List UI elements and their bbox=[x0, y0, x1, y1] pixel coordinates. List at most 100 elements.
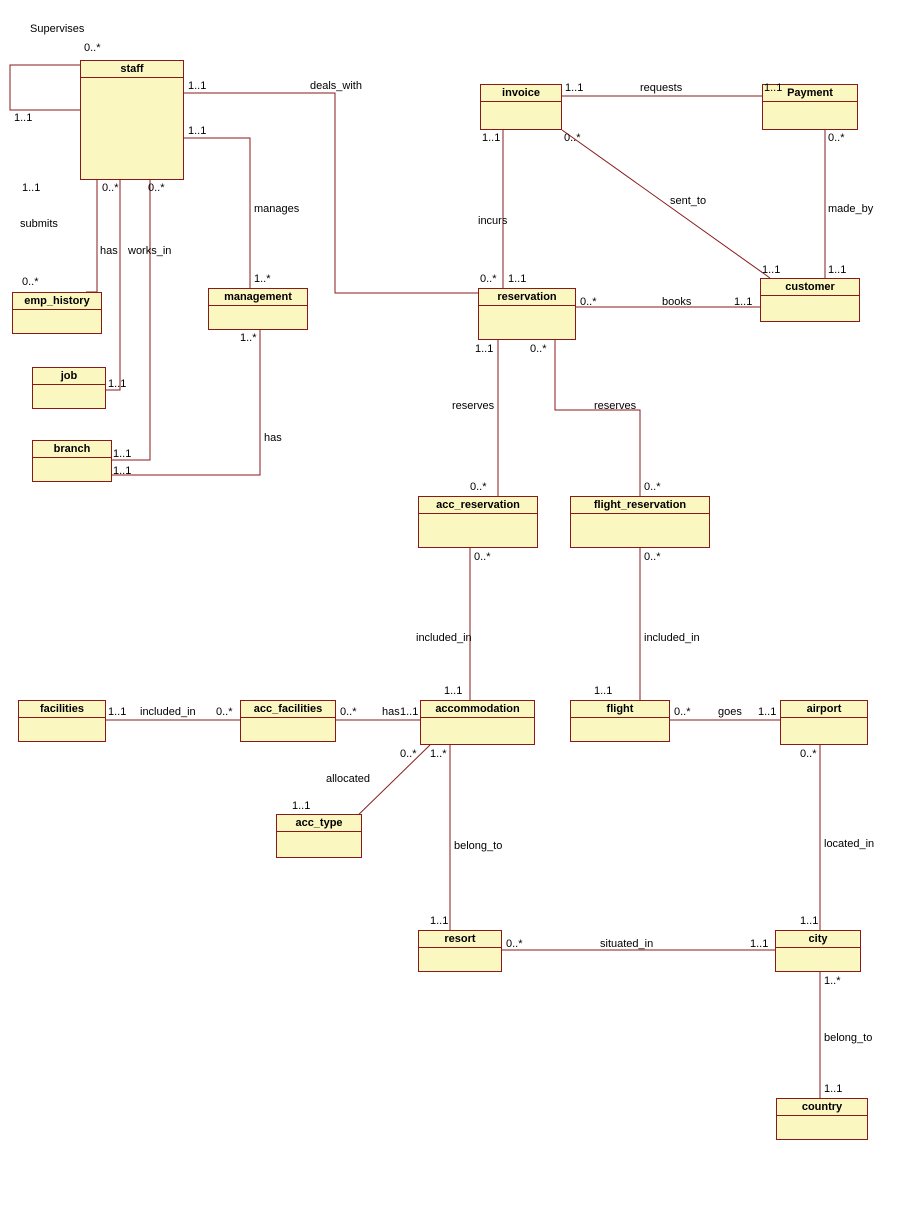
rel-reserves-right: reserves bbox=[594, 400, 636, 412]
entity-title: staff bbox=[81, 61, 183, 78]
rel-goes: goes bbox=[718, 706, 742, 718]
rel-included-in-acc: included_in bbox=[416, 632, 472, 644]
mult: 1..1 bbox=[188, 80, 206, 92]
mult: 1..1 bbox=[292, 800, 310, 812]
mult: 1..* bbox=[254, 273, 271, 285]
rel-sent-to: sent_to bbox=[670, 195, 706, 207]
mult: 0..* bbox=[22, 276, 39, 288]
mult: 0..* bbox=[480, 273, 497, 285]
mult: 1..1 bbox=[828, 264, 846, 276]
entity-title: facilities bbox=[19, 701, 105, 718]
rel-has-acc: has bbox=[382, 706, 400, 718]
entity-acc-facilities[interactable]: acc_facilities bbox=[240, 700, 336, 742]
mult: 0..* bbox=[340, 706, 357, 718]
entity-title: invoice bbox=[481, 85, 561, 102]
entity-title: management bbox=[209, 289, 307, 306]
mult: 1..1 bbox=[188, 125, 206, 137]
entity-job[interactable]: job bbox=[32, 367, 106, 409]
mult: 1..1 bbox=[734, 296, 752, 308]
mult: 1..1 bbox=[113, 465, 131, 477]
rel-supervises: Supervises bbox=[30, 23, 84, 35]
mult: 0..* bbox=[216, 706, 233, 718]
entity-title: acc_reservation bbox=[419, 497, 537, 514]
entity-title: job bbox=[33, 368, 105, 385]
mult: 1..* bbox=[430, 748, 447, 760]
mult: 1..1 bbox=[430, 915, 448, 927]
mult: 1..1 bbox=[594, 685, 612, 697]
mult: 1..1 bbox=[750, 938, 768, 950]
entity-airport[interactable]: airport bbox=[780, 700, 868, 745]
entity-acc-reservation[interactable]: acc_reservation bbox=[418, 496, 538, 548]
mult: 0..* bbox=[644, 551, 661, 563]
mult: 1..* bbox=[240, 332, 257, 344]
entity-country[interactable]: country bbox=[776, 1098, 868, 1140]
mult: 1..1 bbox=[565, 82, 583, 94]
mult: 0..* bbox=[84, 42, 101, 54]
entity-title: country bbox=[777, 1099, 867, 1116]
entity-management[interactable]: management bbox=[208, 288, 308, 330]
mult: 1..1 bbox=[113, 448, 131, 460]
diagram-edges bbox=[0, 0, 902, 1207]
entity-title: resort bbox=[419, 931, 501, 948]
mult: 1..1 bbox=[22, 182, 40, 194]
rel-made-by: made_by bbox=[828, 203, 873, 215]
entity-resort[interactable]: resort bbox=[418, 930, 502, 972]
mult: 0..* bbox=[674, 706, 691, 718]
entity-flight-reservation[interactable]: flight_reservation bbox=[570, 496, 710, 548]
rel-reserves-left: reserves bbox=[452, 400, 494, 412]
mult: 1..1 bbox=[400, 706, 418, 718]
rel-incurs: incurs bbox=[478, 215, 507, 227]
mult: 0..* bbox=[530, 343, 547, 355]
mult: 1..1 bbox=[800, 915, 818, 927]
mult: 1..* bbox=[824, 975, 841, 987]
mult: 0..* bbox=[474, 551, 491, 563]
entity-staff[interactable]: staff bbox=[80, 60, 184, 180]
entity-title: city bbox=[776, 931, 860, 948]
entity-title: flight_reservation bbox=[571, 497, 709, 514]
rel-situated-in: situated_in bbox=[600, 938, 653, 950]
mult: 0..* bbox=[828, 132, 845, 144]
entity-accommodation[interactable]: accommodation bbox=[420, 700, 535, 745]
entity-title: flight bbox=[571, 701, 669, 718]
entity-customer[interactable]: customer bbox=[760, 278, 860, 322]
mult: 1..1 bbox=[762, 264, 780, 276]
mult: 1..1 bbox=[108, 706, 126, 718]
mult: 0..* bbox=[148, 182, 165, 194]
mult: 1..1 bbox=[758, 706, 776, 718]
entity-branch[interactable]: branch bbox=[32, 440, 112, 482]
entity-facilities[interactable]: facilities bbox=[18, 700, 106, 742]
rel-included-in-fac: included_in bbox=[140, 706, 196, 718]
mult: 1..1 bbox=[824, 1083, 842, 1095]
entity-title: branch bbox=[33, 441, 111, 458]
mult: 0..* bbox=[470, 481, 487, 493]
entity-title: emp_history bbox=[13, 293, 101, 310]
rel-books: books bbox=[662, 296, 691, 308]
entity-flight[interactable]: flight bbox=[570, 700, 670, 742]
rel-manages: manages bbox=[254, 203, 299, 215]
rel-included-in-flight: included_in bbox=[644, 632, 700, 644]
mult: 0..* bbox=[800, 748, 817, 760]
entity-reservation[interactable]: reservation bbox=[478, 288, 576, 340]
rel-located-in: located_in bbox=[824, 838, 874, 850]
entity-acc-type[interactable]: acc_type bbox=[276, 814, 362, 858]
mult: 0..* bbox=[564, 132, 581, 144]
mult: 1..1 bbox=[764, 82, 782, 94]
rel-belong-to-country: belong_to bbox=[824, 1032, 872, 1044]
rel-works-in: works_in bbox=[128, 245, 171, 257]
entity-emp-history[interactable]: emp_history bbox=[12, 292, 102, 334]
entity-title: acc_type bbox=[277, 815, 361, 832]
entity-city[interactable]: city bbox=[775, 930, 861, 972]
mult: 0..* bbox=[644, 481, 661, 493]
entity-title: customer bbox=[761, 279, 859, 296]
rel-belong-to-resort: belong_to bbox=[454, 840, 502, 852]
entity-title: reservation bbox=[479, 289, 575, 306]
mult: 1..1 bbox=[108, 378, 126, 390]
mult: 0..* bbox=[580, 296, 597, 308]
entity-title: airport bbox=[781, 701, 867, 718]
rel-submits: submits bbox=[20, 218, 58, 230]
entity-title: acc_facilities bbox=[241, 701, 335, 718]
entity-invoice[interactable]: invoice bbox=[480, 84, 562, 130]
rel-has-job: has bbox=[100, 245, 118, 257]
mult: 1..1 bbox=[475, 343, 493, 355]
mult: 1..1 bbox=[508, 273, 526, 285]
